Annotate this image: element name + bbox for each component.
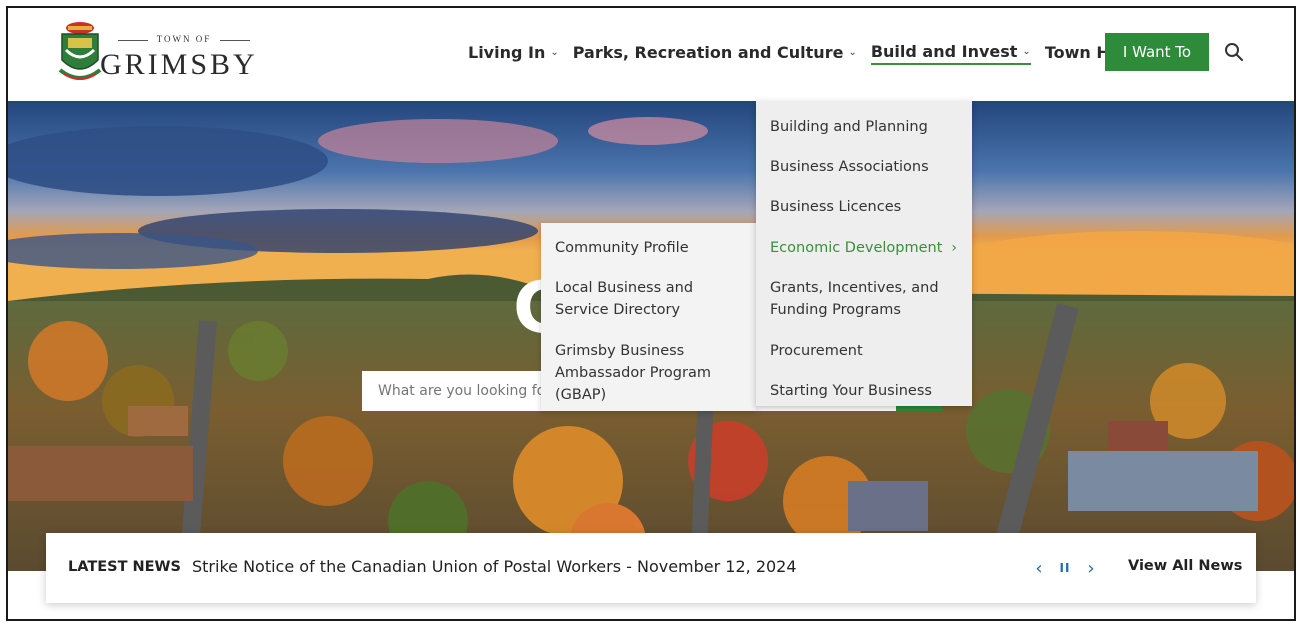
submenu-item-community-profile[interactable]: Community Profile: [555, 237, 750, 259]
dropdown-item-grants-incentives[interactable]: Grants, Incentives, and Funding Programs: [770, 277, 965, 321]
dropdown-item-business-associations[interactable]: Business Associations: [770, 156, 965, 178]
previous-icon[interactable]: ‹: [1026, 555, 1052, 581]
i-want-to-button[interactable]: I Want To: [1105, 33, 1209, 71]
submenu-item-grimsby-business-ambassador[interactable]: Grimsby Business Ambassador Program (GBA…: [555, 340, 750, 406]
search-icon[interactable]: [1222, 40, 1246, 64]
next-icon[interactable]: ›: [1078, 555, 1104, 581]
news-headline-link[interactable]: Strike Notice of the Canadian Union of P…: [192, 557, 797, 576]
news-carousel-controls: ‹ II ›: [1026, 555, 1104, 581]
site-logo[interactable]: TOWN OF GRIMSBY: [58, 20, 278, 88]
economic-development-submenu: Community Profile Local Business and Ser…: [541, 223, 756, 411]
hero-search-input[interactable]: [376, 382, 560, 400]
nav-item-label: Living In: [468, 42, 546, 62]
nav-item-label: Parks, Recreation and Culture: [572, 42, 844, 62]
dropdown-item-business-licences[interactable]: Business Licences: [770, 196, 965, 218]
pause-icon[interactable]: II: [1052, 555, 1078, 581]
site-header: TOWN OF GRIMSBY Living In ⌄ Parks, Recre…: [8, 8, 1294, 101]
news-label: LATEST NEWS: [68, 559, 181, 575]
chevron-down-icon: ⌄: [848, 46, 857, 58]
nav-item-build-and-invest[interactable]: Build and Invest ⌄: [870, 41, 1031, 65]
chevron-down-icon: ⌄: [1022, 45, 1031, 57]
submenu-item-local-business-directory[interactable]: Local Business and Service Directory: [555, 277, 750, 321]
dropdown-item-procurement[interactable]: Procurement: [770, 340, 965, 362]
chevron-right-icon: ›: [951, 240, 957, 256]
build-and-invest-dropdown: Building and Planning Business Associati…: [756, 101, 972, 406]
town-crest-icon: [58, 22, 102, 80]
main-nav: Living In ⌄ Parks, Recreation and Cultur…: [468, 38, 1159, 68]
browser-frame: TOWN OF GRIMSBY Living In ⌄ Parks, Recre…: [6, 6, 1296, 621]
dropdown-item-label: Economic Development: [770, 240, 943, 256]
nav-item-parks-recreation-culture[interactable]: Parks, Recreation and Culture ⌄: [573, 43, 857, 64]
latest-news-bar: LATEST NEWS Strike Notice of the Canadia…: [46, 533, 1256, 603]
logo-town-of: TOWN OF: [114, 34, 254, 46]
logo-name: GRIMSBY: [100, 48, 258, 81]
view-all-news-link[interactable]: View All News: [1128, 558, 1242, 574]
dropdown-item-building-planning[interactable]: Building and Planning: [770, 116, 965, 138]
dropdown-item-economic-development[interactable]: Economic Development ›: [770, 237, 965, 259]
nav-item-label: Build and Invest: [870, 41, 1018, 61]
dropdown-item-starting-your-business[interactable]: Starting Your Business: [770, 380, 965, 402]
nav-item-living-in[interactable]: Living In ⌄: [468, 43, 559, 64]
chevron-down-icon: ⌄: [550, 46, 559, 58]
